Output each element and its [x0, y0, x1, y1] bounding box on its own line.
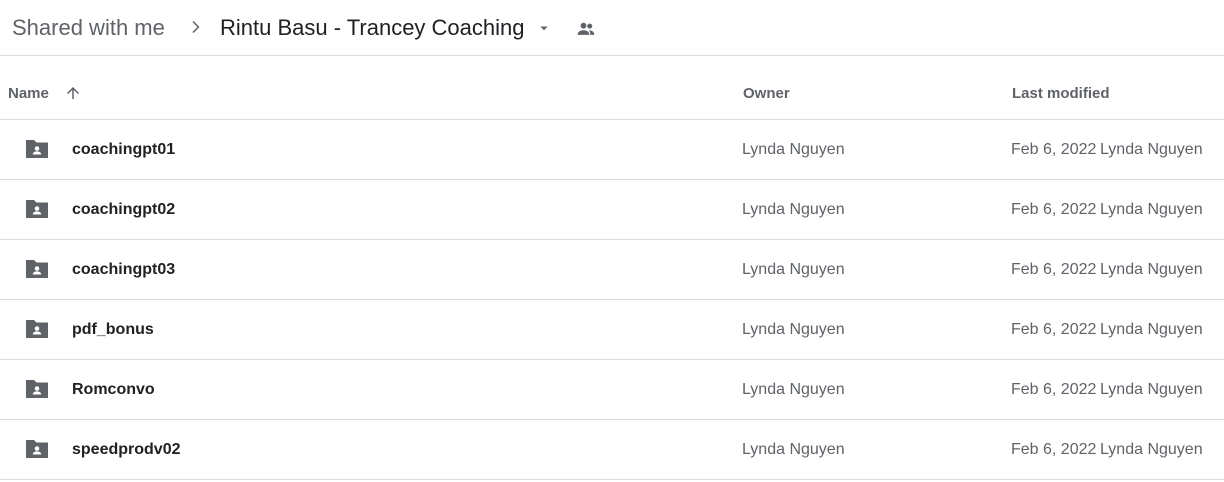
column-header-name[interactable]: Name: [8, 85, 49, 103]
file-modified-by: Lynda Nguyen: [1100, 201, 1203, 218]
breadcrumb-shared-with-me[interactable]: Shared with me: [12, 14, 165, 42]
table-row[interactable]: coachingpt01 Lynda Nguyen Feb 6, 2022 Ly…: [0, 120, 1224, 180]
arrow-drop-down-icon[interactable]: [534, 19, 554, 37]
shared-folder-icon: [26, 260, 48, 278]
table-row[interactable]: pdf_bonus Lynda Nguyen Feb 6, 2022 Lynda…: [0, 300, 1224, 360]
file-modified-date: Feb 6, 2022: [1011, 381, 1097, 398]
column-header-owner: Owner: [743, 85, 790, 102]
file-owner: Lynda Nguyen: [742, 321, 845, 338]
shared-folder-icon: [26, 140, 48, 158]
file-name: coachingpt02: [72, 201, 176, 218]
shared-folder-icon: [26, 440, 48, 458]
file-owner: Lynda Nguyen: [742, 261, 845, 278]
file-modified-date: Feb 6, 2022: [1011, 201, 1097, 218]
file-modified-date: Feb 6, 2022: [1011, 141, 1097, 158]
file-modified-by: Lynda Nguyen: [1100, 321, 1203, 338]
file-modified-by: Lynda Nguyen: [1100, 441, 1203, 458]
file-list: coachingpt01 Lynda Nguyen Feb 6, 2022 Ly…: [0, 120, 1224, 480]
shared-folder-icon: [26, 320, 48, 338]
arrow-upward-icon[interactable]: [64, 84, 82, 102]
file-modified-date: Feb 6, 2022: [1011, 321, 1097, 338]
file-owner: Lynda Nguyen: [742, 441, 845, 458]
file-modified-by: Lynda Nguyen: [1100, 141, 1203, 158]
file-owner: Lynda Nguyen: [742, 381, 845, 398]
table-row[interactable]: coachingpt03 Lynda Nguyen Feb 6, 2022 Ly…: [0, 240, 1224, 300]
file-name: pdf_bonus: [72, 321, 154, 338]
file-owner: Lynda Nguyen: [742, 201, 845, 218]
column-header-last-modified[interactable]: Last modified: [1012, 85, 1110, 103]
file-modified-by: Lynda Nguyen: [1100, 261, 1203, 278]
chevron-right-icon: [192, 21, 200, 33]
file-name: Romconvo: [72, 381, 155, 398]
file-owner: Lynda Nguyen: [742, 141, 845, 158]
file-name: coachingpt03: [72, 261, 176, 278]
breadcrumb-current-folder[interactable]: Rintu Basu - Trancey Coaching: [220, 14, 525, 42]
shared-folder-icon: [26, 200, 48, 218]
file-name: coachingpt01: [72, 141, 176, 158]
file-name: speedprodv02: [72, 441, 181, 458]
people-icon[interactable]: [574, 19, 598, 39]
table-row[interactable]: speedprodv02 Lynda Nguyen Feb 6, 2022 Ly…: [0, 420, 1224, 480]
file-modified-date: Feb 6, 2022: [1011, 441, 1097, 458]
breadcrumb-bar: Shared with me Rintu Basu - Trancey Coac…: [0, 0, 1224, 56]
column-headers: Name Owner Last modified: [0, 57, 1224, 120]
file-modified-date: Feb 6, 2022: [1011, 261, 1097, 278]
table-row[interactable]: coachingpt02 Lynda Nguyen Feb 6, 2022 Ly…: [0, 180, 1224, 240]
shared-folder-icon: [26, 380, 48, 398]
file-modified-by: Lynda Nguyen: [1100, 381, 1203, 398]
table-row[interactable]: Romconvo Lynda Nguyen Feb 6, 2022 Lynda …: [0, 360, 1224, 420]
